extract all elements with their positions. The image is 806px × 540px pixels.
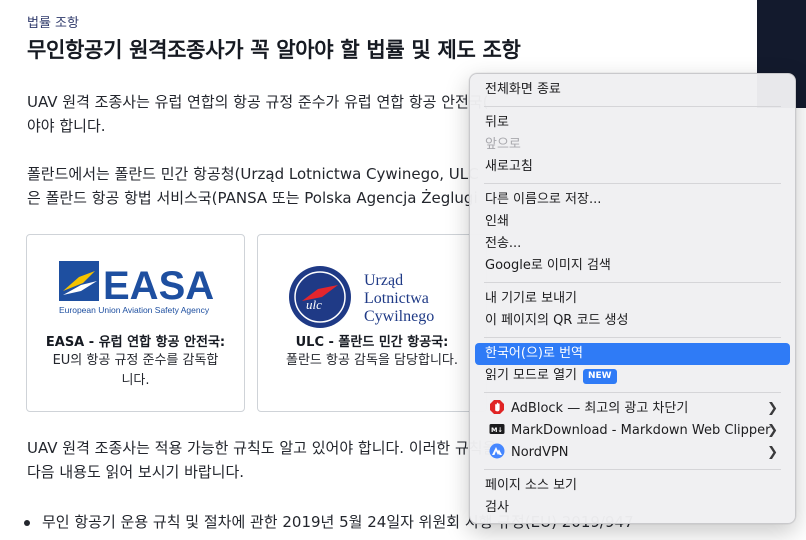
page-title: 무인항공기 원격조종사가 꼭 알아야 할 법률 및 제도 조항 <box>27 38 521 62</box>
intro-paragraph: UAV 원격 조종사는 유럽 연합의 항공 규정 준수가 유럽 연합 항공 안전… <box>27 90 488 138</box>
chevron-right-icon: ❯ <box>767 423 778 438</box>
svg-text:M↓: M↓ <box>491 426 503 434</box>
chevron-right-icon: ❯ <box>767 401 778 416</box>
menu-item-adblock[interactable]: AdBlock — 최고의 광고 차단기 ❯ <box>475 398 790 420</box>
menu-item-cast[interactable]: 전송... <box>475 233 790 255</box>
context-menu: 전체화면 종료 뒤로 앞으로 새로고침 다른 이름으로 저장... 인쇄 전송.… <box>469 73 796 524</box>
menu-item-label: 읽기 모드로 열기 <box>485 368 577 383</box>
paragraph-line: 은 폴란드 항공 항법 서비스국(PANSA 또는 Polska Agencja… <box>27 189 478 207</box>
card-title: EASA - 유럽 연합 항공 안전국: <box>45 335 226 350</box>
menu-separator <box>484 183 781 184</box>
menu-item-reading-mode[interactable]: 읽기 모드로 열기 NEW <box>475 365 790 387</box>
ulc-logo-line: Urząd <box>364 272 403 289</box>
ulc-logo-line: Cywilnego <box>364 308 434 325</box>
markdown-icon: M↓ <box>489 424 505 434</box>
card-description: 폴란드 항공 감독을 담당합니다. <box>285 353 458 368</box>
menu-item-label: AdBlock — 최고의 광고 차단기 <box>511 401 689 416</box>
menu-separator <box>484 337 781 338</box>
breadcrumb[interactable]: 법률 조항 <box>27 12 79 31</box>
card-description: EU의 항공 규정 준수를 감독합니다. <box>52 353 219 388</box>
paragraph-line: 다음 내용도 읽어 보시기 바랍니다. <box>27 463 245 481</box>
bullet-dot-icon <box>24 519 30 526</box>
menu-separator <box>484 106 781 107</box>
menu-item-save-as[interactable]: 다른 이름으로 저장... <box>475 189 790 211</box>
menu-item-back[interactable]: 뒤로 <box>475 112 790 134</box>
paragraph-line: UAV 원격 조종사는 유럽 연합의 항공 규정 준수가 유럽 연합 항공 안전… <box>27 93 489 111</box>
paragraph-line: UAV 원격 조종사는 적용 가능한 규칙도 알고 있어야 합니다. 이러한 규… <box>27 439 497 457</box>
menu-item-forward: 앞으로 <box>485 137 521 152</box>
menu-item-qr-code[interactable]: 이 페이지의 QR 코드 생성 <box>475 310 790 332</box>
menu-item-label: MarkDownload - Markdown Web Clipper <box>511 423 771 438</box>
chevron-right-icon: ❯ <box>767 445 778 460</box>
menu-separator <box>484 282 781 283</box>
menu-item-google-image-search[interactable]: Google로 이미지 검색 <box>475 255 790 277</box>
card-title: ULC - 폴란드 민간 항공국: <box>295 335 449 350</box>
easa-logo-text: EASA <box>103 264 214 308</box>
menu-item-inspect[interactable]: 검사 <box>475 497 790 519</box>
menu-item-send-to-devices[interactable]: 내 기기로 보내기 <box>475 288 790 310</box>
menu-item-nordvpn[interactable]: NordVPN ❯ <box>475 442 790 464</box>
ulc-logo: ulc Urząd Lotnictwa Cywilnego <box>289 266 434 328</box>
paragraph-line: 폴란드에서는 폴란드 민간 항공청(Urząd Lotnictwa Cywine… <box>27 165 479 183</box>
menu-separator <box>484 469 781 470</box>
menu-item-reload[interactable]: 새로고침 <box>475 156 790 178</box>
menu-item-label: NordVPN <box>511 445 569 460</box>
easa-card: EASA European Union Aviation Safety Agen… <box>26 234 245 412</box>
nordvpn-icon <box>489 443 505 459</box>
menu-item-print[interactable]: 인쇄 <box>475 211 790 233</box>
easa-logo: EASA European Union Aviation Safety Agen… <box>59 261 214 315</box>
adblock-icon <box>490 400 504 414</box>
menu-item-markdownload[interactable]: M↓ MarkDownload - Markdown Web Clipper ❯ <box>475 420 790 442</box>
ulc-card: ulc Urząd Lotnictwa Cywilnego ULC - 폴란드 … <box>257 234 487 412</box>
svg-text:ulc: ulc <box>306 297 322 312</box>
ulc-logo-line: Lotnictwa <box>364 290 429 307</box>
menu-item-view-source[interactable]: 페이지 소스 보기 <box>475 475 790 497</box>
menu-separator <box>484 392 781 393</box>
rules-paragraph: UAV 원격 조종사는 적용 가능한 규칙도 알고 있어야 합니다. 이러한 규… <box>27 436 496 484</box>
menu-item-exit-fullscreen[interactable]: 전체화면 종료 <box>475 79 790 101</box>
poland-paragraph: 폴란드에서는 폴란드 민간 항공청(Urząd Lotnictwa Cywine… <box>27 162 479 210</box>
easa-logo-subtext: European Union Aviation Safety Agency <box>59 305 210 315</box>
menu-item-translate[interactable]: 한국어(으)로 번역 <box>475 343 790 365</box>
new-badge: NEW <box>583 369 617 384</box>
paragraph-line: 야야 합니다. <box>27 117 106 135</box>
